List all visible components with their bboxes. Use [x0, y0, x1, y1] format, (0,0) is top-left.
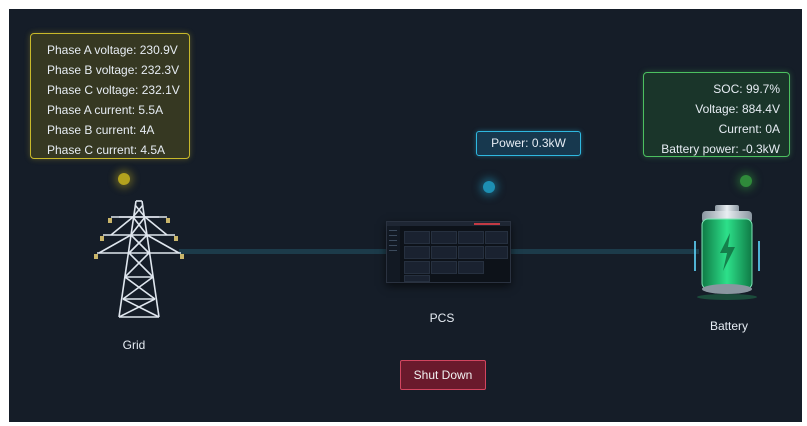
- pcs-power-box: Power: 0.3kW: [476, 131, 581, 156]
- transmission-tower-icon: [94, 200, 184, 318]
- shutdown-button[interactable]: Shut Down: [400, 360, 486, 390]
- grid-status-dot: [118, 173, 130, 185]
- battery-soc: SOC: 99.7%: [713, 82, 780, 96]
- energy-flow-panel: Phase A voltage: 230.9V Phase B voltage:…: [9, 9, 802, 422]
- grid-label: Grid: [122, 338, 146, 352]
- grid-phase-c-current: Phase C current: 4.5A: [47, 143, 166, 157]
- pcs-status-dot: [483, 181, 495, 193]
- battery-voltage: Voltage: 884.4V: [695, 102, 780, 116]
- battery-info-box: SOC: 99.7% Voltage: 884.4V Current: 0A B…: [643, 72, 790, 157]
- grid-phase-b-current: Phase B current: 4A: [47, 123, 155, 137]
- pcs-label: PCS: [429, 311, 455, 325]
- pcs-to-battery-line: [509, 249, 699, 254]
- battery-current: Current: 0A: [718, 122, 780, 136]
- battery-label: Battery: [709, 319, 748, 333]
- grid-phase-b-voltage: Phase B voltage: 232.3V: [47, 63, 180, 77]
- grid-phase-c-voltage: Phase C voltage: 232.1V: [47, 83, 180, 97]
- battery-charging-icon: [694, 205, 760, 300]
- battery-status-dot: [740, 175, 752, 187]
- pcs-screen-icon: [386, 221, 511, 283]
- grid-info-box: Phase A voltage: 230.9V Phase B voltage:…: [30, 33, 190, 159]
- grid-phase-a-voltage: Phase A voltage: 230.9V: [47, 43, 178, 57]
- grid-phase-a-current: Phase A current: 5.5A: [47, 103, 164, 117]
- battery-power: Battery power: -0.3kW: [661, 142, 780, 156]
- grid-to-pcs-line: [179, 249, 389, 254]
